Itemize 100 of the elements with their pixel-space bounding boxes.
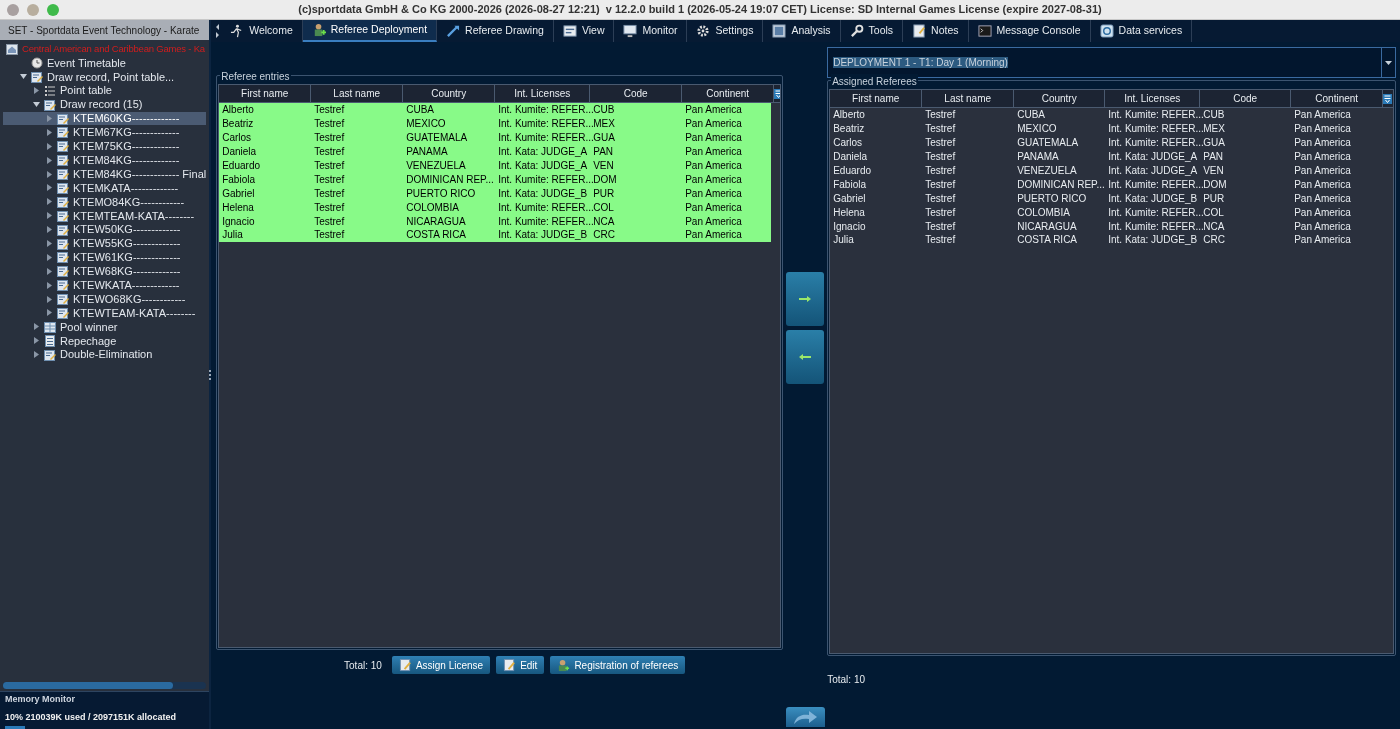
table-cell-text: Pan America — [684, 117, 743, 132]
column-header[interactable]: Code — [1200, 90, 1292, 107]
column-header[interactable]: Last name — [311, 85, 404, 102]
table-cell-text: Testref — [924, 233, 957, 248]
column-header[interactable]: Country — [403, 85, 496, 102]
table-cell-text: Pan America — [1293, 177, 1352, 192]
deployment-dropdown[interactable]: DEPLOYMENT 1 - T1: Day 1 (Morning) — [827, 47, 1397, 78]
table-cell-text: Eduardo — [221, 159, 261, 173]
expand-arrow-icon[interactable] — [46, 226, 53, 234]
expand-arrow-icon[interactable] — [46, 267, 53, 275]
tree-item[interactable]: KTEW61KG------------- — [73, 249, 181, 266]
expand-arrow-icon[interactable] — [46, 156, 53, 164]
tab[interactable]: Analysis — [763, 20, 841, 42]
clipboard-icon — [57, 126, 69, 139]
column-chooser-icon[interactable] — [1383, 93, 1393, 104]
tab[interactable]: Referee Drawing — [437, 20, 554, 42]
table-cell-text: Pan America — [1293, 150, 1352, 165]
tree-item[interactable]: Double-Elimination — [60, 346, 153, 363]
toolbar-button[interactable]: Registration of referees — [550, 656, 686, 674]
expand-arrow-icon[interactable] — [33, 87, 40, 95]
splitter-handle[interactable] — [209, 369, 212, 380]
table-cell-text: DOMINICAN REP... — [1016, 177, 1106, 192]
tree-item[interactable]: KTEM67KG------------- — [73, 124, 180, 141]
table-cell-text: Int. Kumite: REFER... — [497, 117, 591, 132]
table-cell-text: Ignacio — [221, 214, 256, 229]
table-cell-text: Int. Kata: JUDGE_A — [497, 145, 589, 160]
expand-arrow-icon[interactable] — [46, 170, 53, 178]
expand-arrow-icon[interactable] — [46, 184, 53, 192]
panel-title: SET - Sportdata Event Technology - Karate — [0, 20, 210, 40]
clipboard-icon — [57, 279, 69, 292]
expand-arrow-icon[interactable] — [46, 128, 53, 136]
table-cell-text: Int. Kumite: REFER... — [1107, 122, 1201, 137]
table-cell-text: Pan America — [684, 186, 743, 201]
tab[interactable]: Referee Deployment — [302, 20, 438, 42]
expand-arrow-icon[interactable] — [46, 240, 53, 247]
tab[interactable]: Message Console — [968, 20, 1091, 42]
table-cell-text: Int. Kata: JUDGE_B — [497, 186, 589, 201]
table-cell-text: Testref — [313, 131, 346, 146]
tab-scroll-icon[interactable] — [215, 23, 221, 39]
assign-referee-button[interactable] — [786, 272, 825, 326]
remove-referee-button[interactable] — [786, 330, 825, 384]
expand-arrow-icon[interactable] — [46, 309, 53, 317]
tree-item[interactable]: KTEW55KG------------- — [73, 235, 181, 252]
expand-arrow-icon[interactable] — [33, 351, 40, 359]
toolbar-button[interactable]: Edit — [496, 656, 545, 674]
table-cell-text: Testref — [313, 228, 346, 243]
expand-arrow-icon[interactable] — [46, 295, 53, 303]
expand-arrow-icon[interactable] — [46, 142, 53, 150]
column-header[interactable]: Country — [1014, 90, 1106, 107]
clipboard-icon — [57, 209, 69, 222]
table-cell-text: Testref — [313, 172, 346, 187]
collapse-arrow-icon[interactable] — [33, 101, 40, 109]
expand-arrow-icon[interactable] — [46, 198, 53, 206]
column-header[interactable]: Code — [590, 85, 683, 102]
clipboard-icon — [57, 195, 69, 208]
toolbar-button[interactable]: Assign License — [391, 656, 491, 674]
document-pen-icon — [398, 658, 412, 672]
column-chooser-icon[interactable] — [774, 88, 781, 99]
table-cell-text: Pan America — [684, 200, 743, 215]
table-cell-text: Ignacio — [832, 219, 867, 234]
table-cell-text: Testref — [924, 164, 957, 178]
column-header[interactable]: First name — [830, 90, 923, 107]
tab[interactable]: Settings — [687, 20, 764, 42]
column-header[interactable]: Last name — [922, 90, 1015, 107]
clipboard-icon — [57, 112, 69, 125]
memory-reading: 10% 210039K used / 2097151K allocated — [5, 710, 178, 724]
expand-arrow-icon[interactable] — [33, 337, 40, 345]
tree-item[interactable]: Draw record (15) — [60, 96, 143, 113]
column-header[interactable]: Int. Licenses — [1105, 90, 1201, 107]
table-cell-text: Pan America — [1293, 164, 1352, 178]
expand-arrow-icon[interactable] — [46, 212, 53, 220]
tab[interactable]: Monitor — [614, 20, 688, 42]
clipboard-icon — [57, 168, 69, 181]
tree-item[interactable]: KTEW50KG------------- — [73, 221, 181, 238]
table-cell-text: Fabiola — [832, 177, 867, 192]
forward-button[interactable] — [785, 707, 825, 727]
table-cell-text: Pan America — [684, 131, 743, 146]
expand-arrow-icon[interactable] — [33, 323, 40, 331]
panel-title: Memory Monitor — [5, 693, 76, 706]
tab[interactable]: Tools — [840, 20, 904, 42]
table-cell-text: Int. Kata: JUDGE_A — [1107, 164, 1199, 178]
horizontal-scrollbar[interactable] — [3, 682, 173, 689]
expand-arrow-icon[interactable] — [46, 281, 53, 289]
table-cell-text: Int. Kata: JUDGE_B — [1107, 233, 1199, 248]
table-cell-text: Alberto — [221, 103, 255, 118]
tab[interactable]: Data services — [1090, 20, 1193, 42]
table-cell-text: Beatriz — [832, 122, 866, 137]
notepad-icon — [912, 24, 927, 38]
column-header[interactable]: First name — [219, 85, 312, 102]
tab[interactable]: Welcome — [221, 20, 303, 42]
table-cell-text: Daniela — [221, 145, 258, 160]
table-cell-text: Daniela — [832, 150, 869, 165]
table-cell-text: CUBA — [405, 103, 435, 118]
tab[interactable]: Notes — [903, 20, 969, 42]
column-header[interactable]: Int. Licenses — [495, 85, 591, 102]
expand-arrow-icon[interactable] — [46, 253, 53, 261]
table-cell-text: Int. Kata: JUDGE_A — [497, 159, 589, 173]
table-cell-text: Testref — [924, 177, 957, 192]
tab[interactable]: View — [553, 20, 615, 42]
collapse-arrow-icon[interactable] — [20, 73, 27, 81]
